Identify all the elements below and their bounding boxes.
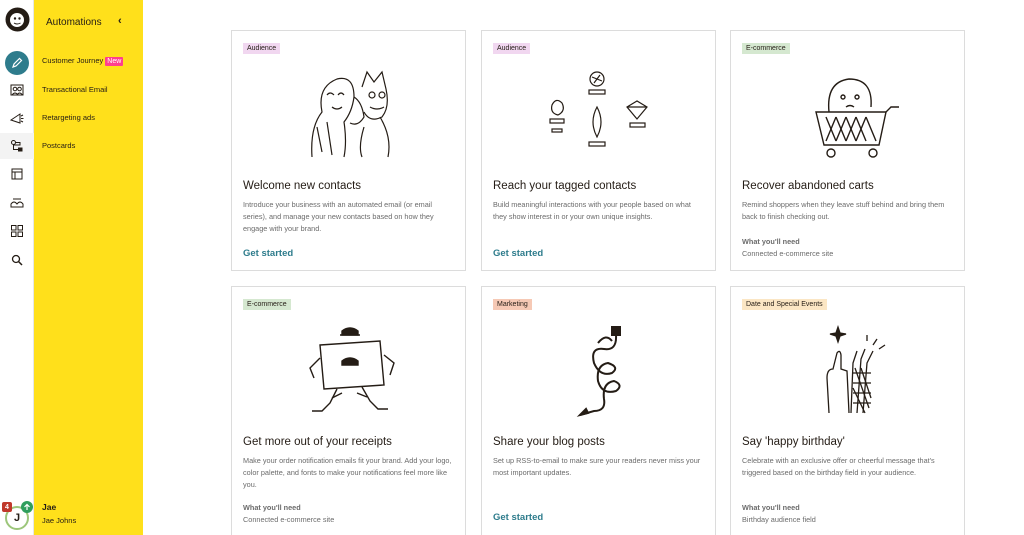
template-card[interactable]: Date and Special Events Say 'happy birth… — [730, 286, 965, 535]
category-tag: Marketing — [493, 299, 532, 310]
blog-posts-illustration — [576, 326, 621, 417]
search-icon[interactable] — [6, 249, 28, 271]
tagged-contacts-illustration — [549, 71, 648, 147]
card-title: Get more out of your receipts — [243, 436, 392, 448]
template-card[interactable]: E-commerce Get more out of your receipts… — [231, 286, 466, 535]
template-card[interactable]: Audience Welcome new contacts Introduce … — [231, 30, 466, 271]
requirement-heading: What you'll need — [243, 503, 301, 512]
requirement-value: Birthday audience field — [742, 515, 816, 524]
card-description: Make your order notification emails fit … — [243, 456, 452, 489]
create-pencil-icon[interactable] — [5, 51, 29, 75]
birthday-illustration — [826, 324, 886, 414]
card-title: Reach your tagged contacts — [493, 180, 637, 192]
automations-panel: Automations ‹ Customer Journey New Transa… — [34, 0, 143, 535]
category-tag: Date and Special Events — [742, 299, 827, 310]
card-title: Recover abandoned carts — [742, 180, 874, 192]
app: J 4 Automations ‹ Customer Journey New Tr… — [0, 0, 1024, 535]
website-icon[interactable] — [6, 163, 28, 185]
get-started-link[interactable]: Get started — [243, 248, 293, 259]
card-description: Remind shoppers when they leave stuff be… — [742, 200, 945, 221]
sidebar-item-retargeting-ads[interactable]: Retargeting ads — [42, 113, 95, 122]
card-title: Welcome new contacts — [243, 180, 362, 192]
card-description: Build meaningful interactions with your … — [493, 200, 691, 221]
card-description: Introduce your business with an automate… — [243, 200, 434, 233]
requirement-heading: What you'll need — [742, 237, 800, 246]
user-full-name: Jae Johns — [42, 516, 77, 525]
automations-icon[interactable] — [0, 133, 34, 159]
notification-badge[interactable]: 4 — [2, 502, 12, 512]
card-description: Celebrate with an exclusive offer or che… — [742, 456, 935, 477]
campaigns-icon[interactable] — [6, 107, 28, 129]
welcome-illustration — [311, 70, 390, 158]
card-title: Share your blog posts — [493, 436, 605, 448]
sidebar-item-postcards[interactable]: Postcards — [42, 141, 75, 150]
card-title: Say 'happy birthday' — [742, 436, 845, 448]
requirement-value: Connected e-commerce site — [742, 249, 834, 258]
requirement-value: Connected e-commerce site — [243, 515, 335, 524]
get-started-link[interactable]: Get started — [493, 512, 543, 523]
template-card[interactable]: E-commerce Recover abandoned carts Remin… — [730, 30, 965, 271]
collapse-chevron-icon[interactable]: ‹ — [118, 15, 122, 27]
template-card[interactable]: Marketing Share your blog posts Set up R… — [481, 286, 716, 535]
abandoned-cart-illustration — [815, 78, 899, 158]
panel-title: Automations — [46, 17, 102, 28]
category-tag: E-commerce — [742, 43, 790, 54]
category-tag: Audience — [243, 43, 281, 54]
requirement-heading: What you'll need — [742, 503, 800, 512]
user-name[interactable]: Jae — [42, 502, 56, 512]
category-tag: E-commerce — [243, 299, 291, 310]
template-card[interactable]: Audience Reach your tagged contacts Buil… — [481, 30, 716, 271]
integrations-icon[interactable] — [6, 220, 28, 242]
card-description: Set up RSS-to-email to make sure your re… — [493, 456, 701, 477]
sidebar-item-customer-journey[interactable]: Customer Journey New — [42, 56, 124, 66]
upgrade-arrow-icon[interactable] — [21, 501, 33, 513]
icon-rail: J 4 — [0, 0, 34, 535]
logo-icon[interactable] — [4, 6, 31, 33]
content-icon[interactable] — [6, 191, 28, 213]
get-started-link[interactable]: Get started — [493, 248, 543, 259]
sidebar-item-label: Customer Journey — [42, 56, 104, 65]
category-tag: Audience — [493, 43, 531, 54]
receipts-illustration — [309, 327, 395, 412]
user-avatar-group[interactable]: J 4 — [2, 501, 33, 531]
audience-icon[interactable] — [6, 79, 28, 101]
new-badge: New — [105, 57, 124, 66]
sidebar-item-transactional-email[interactable]: Transactional Email — [42, 85, 108, 94]
